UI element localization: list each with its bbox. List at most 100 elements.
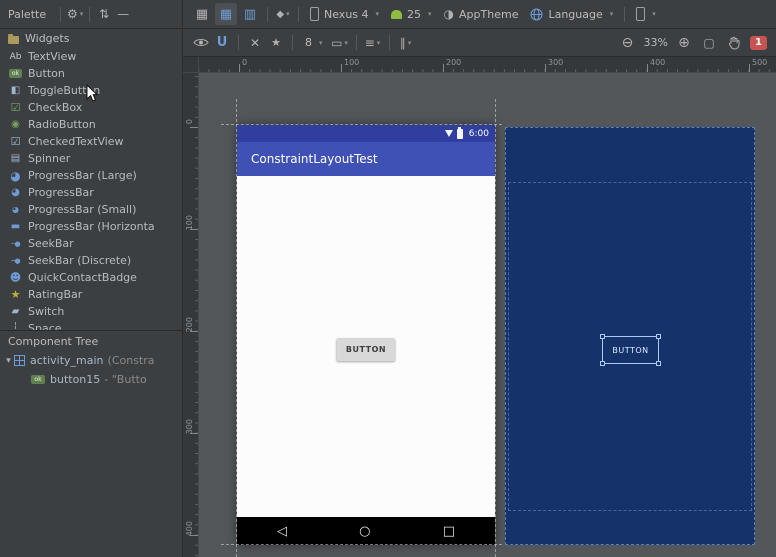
resize-handle[interactable] (600, 361, 605, 366)
selection-guide-line (495, 99, 496, 557)
palette-item-label: ToggleButton (28, 84, 100, 97)
design-view[interactable]: 6:00 ConstraintLayoutTest BUTTON ◁ ○ □ (237, 125, 495, 545)
design-button-widget[interactable]: BUTTON (337, 338, 395, 361)
palette-item[interactable]: ok Button (0, 65, 182, 82)
tree-node-label: button15 (50, 373, 100, 386)
palette-item[interactable]: ◧ ToggleButton (0, 82, 182, 99)
button-widget-icon: ok (31, 375, 45, 384)
palette-group-widgets[interactable]: Widgets (0, 29, 182, 48)
vertical-ruler: 0 100 200 300 400 (183, 73, 199, 557)
palette-item[interactable]: ☻ QuickContactBadge (0, 269, 182, 286)
palette-list: Ab TextView ok Button ◧ ToggleButton ☑ C… (0, 48, 182, 337)
chevron-down-icon: ▾ (652, 10, 656, 18)
toolbar-divider (292, 35, 293, 50)
palette-item-icon: ◉ (9, 118, 22, 131)
default-margin-dropdown[interactable]: 8 ▾ (300, 32, 328, 54)
palette-item[interactable]: ◕ ProgressBar (Large) (0, 167, 182, 184)
palette-item[interactable]: ◕ ProgressBar (0, 184, 182, 201)
palette-item[interactable]: ◉ RadioButton (0, 116, 182, 133)
device-icon (636, 7, 645, 21)
selection-guide-line (221, 544, 502, 545)
view-mode-both-button[interactable]: ▥ (239, 3, 261, 25)
tree-node-suffix: (Constra (108, 354, 155, 367)
show-constraints-button[interactable] (192, 33, 210, 53)
zoom-out-button[interactable]: ⊖ (619, 33, 637, 53)
theme-dropdown[interactable]: ◑ AppTheme (439, 3, 524, 25)
palette-item[interactable]: ▬ ProgressBar (Horizonta (0, 218, 182, 235)
language-dropdown[interactable]: Language ▾ (525, 3, 618, 25)
tree-node-label: activity_main (30, 354, 104, 367)
zoom-level: 33% (644, 36, 668, 49)
palette-item[interactable]: ★ RatingBar (0, 286, 182, 303)
palette-settings-button[interactable]: ⚙▾ (66, 4, 84, 24)
blueprint-button-widget[interactable]: BUTTON (602, 336, 659, 364)
palette-item-icon: ◕ (9, 186, 22, 199)
surface-mode-dropdown[interactable]: ◆▾ (274, 4, 292, 24)
chevron-down-icon: ▾ (408, 39, 412, 47)
distribute-dropdown[interactable]: ∥▾ (397, 33, 415, 53)
palette-item-label: Switch (28, 305, 64, 318)
tree-expand-arrow-icon[interactable]: ▾ (0, 356, 14, 366)
view-mode-blueprint-button[interactable]: ▦ (215, 3, 237, 25)
palette-item[interactable]: ☑ CheckBox (0, 99, 182, 116)
infer-constraints-button[interactable]: ★ (267, 33, 285, 53)
palette-item[interactable]: ┅● SeekBar (Discrete) (0, 252, 182, 269)
view-mode-design-button[interactable]: ▦ (191, 3, 213, 25)
editor-canvas[interactable]: 6:00 ConstraintLayoutTest BUTTON ◁ ○ □ (199, 73, 776, 557)
align-dropdown[interactable]: ≡▾ (364, 33, 382, 53)
guidelines-dropdown[interactable]: ▭▾ (331, 33, 349, 53)
palette-item-label: ProgressBar (Horizonta (28, 220, 155, 233)
tree-row-button15[interactable]: ok button15 - "Butto (0, 370, 182, 389)
sort-icon: ⇅ (99, 7, 109, 21)
palette-hide-button[interactable]: — (114, 4, 132, 24)
blueprint-view-icon: ▦ (220, 7, 232, 22)
palette-item[interactable]: ◕ ProgressBar (Small) (0, 201, 182, 218)
autoconnect-button[interactable]: U (213, 33, 231, 53)
palette-item-icon: ◕ (9, 203, 22, 216)
fit-screen-icon: ▢ (703, 36, 714, 50)
palette-item-icon: ▬ (9, 220, 22, 233)
battery-icon (457, 129, 463, 139)
palette-item[interactable]: ▰ Switch (0, 303, 182, 320)
distribute-icon: ∥ (400, 36, 406, 50)
palette-item-label: SeekBar (Discrete) (28, 254, 131, 267)
zoom-in-button[interactable]: ⊕ (675, 33, 693, 53)
clear-constraints-button[interactable]: ✕ (246, 33, 264, 53)
magic-wand-icon: ★ (271, 36, 281, 49)
tree-node-suffix: - "Butto (104, 373, 146, 386)
palette-item-label: ProgressBar (28, 186, 94, 199)
palette-item[interactable]: ─● SeekBar (0, 235, 182, 252)
blueprint-view[interactable]: BUTTON (505, 127, 755, 545)
language-label: Language (548, 8, 602, 21)
eye-icon (193, 37, 209, 48)
resize-handle[interactable] (656, 334, 661, 339)
toolbar-divider (238, 35, 239, 50)
device-dropdown[interactable]: Nexus 4 ▾ (305, 3, 384, 25)
theme-label: AppTheme (459, 8, 518, 21)
android-icon (391, 10, 402, 19)
palette-item[interactable]: ☑ CheckedTextView (0, 133, 182, 150)
api-version-dropdown[interactable]: 25 ▾ (386, 3, 437, 25)
palette-item[interactable]: Ab TextView (0, 48, 182, 65)
toolbar-divider (298, 7, 299, 22)
palette-sort-button[interactable]: ⇅ (95, 4, 113, 24)
tree-row-activity-main[interactable]: ▾ activity_main (Constra (0, 351, 182, 370)
folder-icon (8, 36, 19, 44)
virtual-device-dropdown[interactable]: ▾ (631, 3, 661, 25)
design-view-icon: ▦ (196, 7, 208, 22)
pan-button[interactable] (725, 33, 743, 53)
resize-handle[interactable] (600, 334, 605, 339)
palette-item-icon: ▰ (9, 305, 22, 318)
zoom-to-fit-button[interactable]: ▢ (700, 33, 718, 53)
palette-item[interactable]: ▤ Spinner (0, 150, 182, 167)
palette-item-icon: ☻ (9, 271, 22, 284)
palette-item-icon: ┅● (9, 254, 22, 267)
constraint-layout-icon (14, 355, 25, 366)
error-count-badge[interactable]: 1 (750, 36, 767, 50)
palette-title: Palette (8, 8, 46, 21)
resize-handle[interactable] (656, 361, 661, 366)
chevron-down-icon: ▾ (610, 10, 614, 18)
palette-item-label: RatingBar (28, 288, 82, 301)
selection-guide-line (236, 99, 237, 557)
hide-icon: — (117, 7, 129, 21)
